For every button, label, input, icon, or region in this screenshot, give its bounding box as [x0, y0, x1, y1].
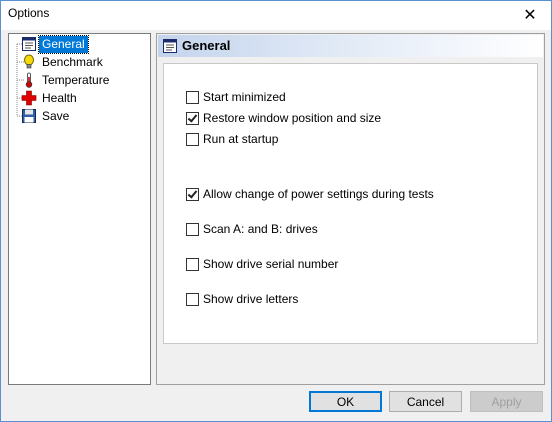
apply-button[interactable]: Apply: [470, 391, 543, 412]
ok-button[interactable]: OK: [309, 391, 382, 412]
red-cross-icon: [21, 90, 37, 106]
tree-item-temperature[interactable]: Temperature: [39, 72, 112, 89]
run-at-startup-checkbox[interactable]: Run at startup: [186, 131, 278, 147]
options-tree[interactable]: General Benchmark Temperature Health Sav…: [8, 33, 151, 385]
lightbulb-icon: [24, 54, 34, 69]
checkbox-box[interactable]: [186, 257, 199, 271]
scan-ab-drives-checkbox[interactable]: Scan A: and B: drives: [186, 221, 318, 237]
checkbox-label: Restore window position and size: [203, 111, 382, 125]
checkbox-box[interactable]: [186, 132, 199, 146]
checkbox-box[interactable]: [186, 187, 199, 201]
close-icon[interactable]: ✕: [508, 0, 552, 30]
cancel-button[interactable]: Cancel: [389, 391, 462, 412]
tree-item-label: Benchmark: [42, 55, 103, 69]
allow-power-settings-checkbox[interactable]: Allow change of power settings during te…: [186, 186, 434, 202]
checkbox-label: Show drive letters: [203, 292, 299, 306]
panel-title: General: [182, 38, 231, 53]
tree-item-label: Health: [42, 91, 77, 105]
tree-item-label: General: [42, 37, 85, 51]
checkbox-box[interactable]: [186, 292, 199, 306]
panel-header: General: [158, 35, 543, 57]
show-drive-letters-checkbox[interactable]: Show drive letters: [186, 291, 298, 307]
checkbox-box[interactable]: [186, 90, 199, 104]
show-serial-number-checkbox[interactable]: Show drive serial number: [186, 256, 338, 272]
title-bar: Options ✕: [0, 0, 552, 30]
checkbox-label: Scan A: and B: drives: [203, 222, 318, 236]
checkbox-label: Show drive serial number: [203, 257, 339, 271]
checkbox-label: Start minimized: [203, 90, 286, 104]
tree-item-health[interactable]: Health: [39, 90, 80, 107]
window-title: Options: [8, 6, 50, 20]
thermometer-icon: [25, 72, 33, 88]
tree-item-general[interactable]: General: [38, 35, 89, 54]
floppy-disk-icon: [22, 109, 36, 123]
restore-window-checkbox[interactable]: Restore window position and size: [186, 110, 381, 126]
checkbox-box[interactable]: [186, 222, 199, 236]
general-page-icon: [22, 37, 36, 51]
tree-item-benchmark[interactable]: Benchmark: [39, 54, 106, 71]
tree-item-label: Save: [42, 109, 70, 123]
options-group: Start minimized Restore window position …: [163, 63, 538, 344]
tree-item-save[interactable]: Save: [39, 108, 72, 125]
start-minimized-checkbox[interactable]: Start minimized: [186, 89, 286, 105]
checkbox-label: Allow change of power settings during te…: [203, 187, 434, 201]
checkbox-box[interactable]: [186, 111, 199, 125]
general-page-icon: [163, 39, 177, 53]
checkbox-label: Run at startup: [203, 132, 279, 146]
settings-panel: General Start minimized Restore window p…: [156, 33, 545, 385]
tree-item-label: Temperature: [42, 73, 110, 87]
